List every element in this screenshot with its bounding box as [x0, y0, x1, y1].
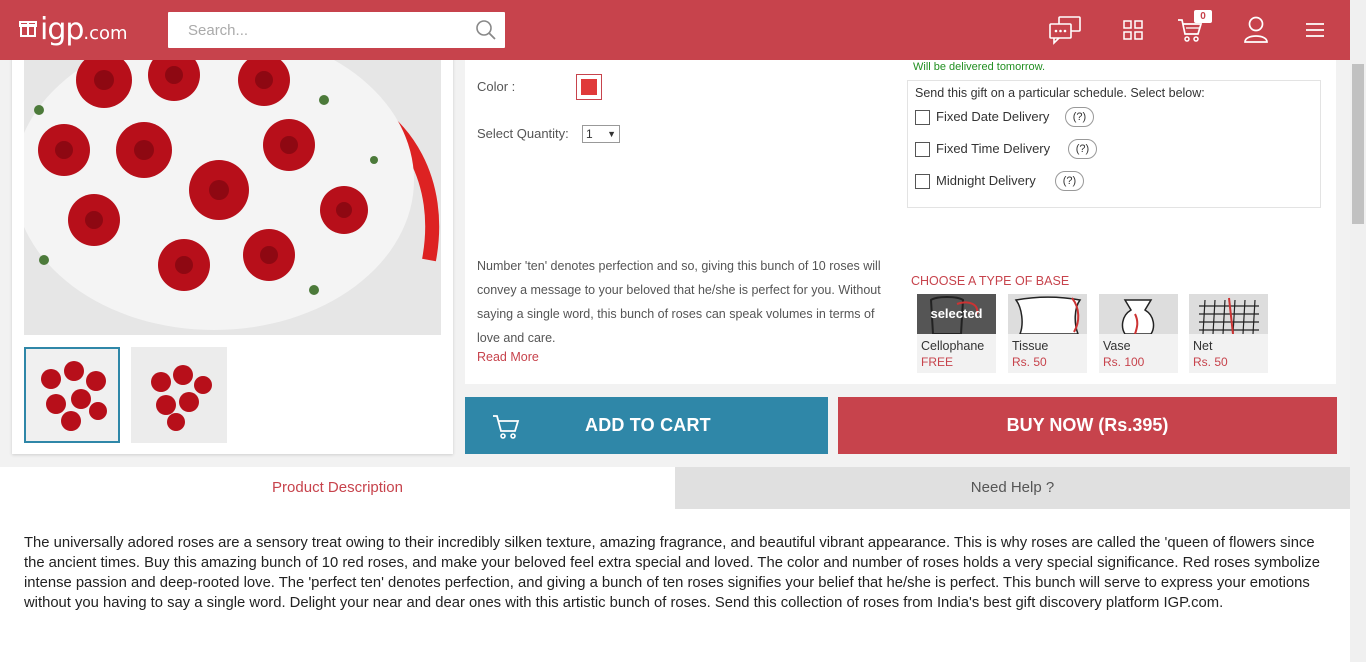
fixed-time-help[interactable]: (?)	[1068, 139, 1097, 159]
base-price: Rs. 50	[1012, 355, 1047, 369]
search-box	[168, 12, 505, 48]
vase-image	[1099, 294, 1178, 334]
tab-product-description[interactable]: Product Description	[0, 467, 675, 509]
base-option-tissue[interactable]: Tissue Rs. 50	[1008, 294, 1087, 373]
selected-label: selected	[930, 306, 983, 321]
scrollbar-thumb[interactable]	[1352, 64, 1364, 224]
base-price: Rs. 50	[1193, 355, 1228, 369]
midnight-help[interactable]: (?)	[1055, 171, 1084, 191]
base-price: Rs. 100	[1103, 355, 1145, 369]
schedule-title: Send this gift on a particular schedule.…	[915, 86, 1205, 100]
schedule-box: Send this gift on a particular schedule.…	[907, 80, 1321, 208]
color-swatch-red[interactable]	[576, 74, 602, 100]
search-icon[interactable]	[475, 19, 497, 41]
logo-domain: .com	[83, 23, 128, 44]
menu-icon[interactable]	[1305, 22, 1325, 38]
logo-text: igp	[40, 12, 84, 47]
base-option-vase[interactable]: Vase Rs. 100	[1099, 294, 1178, 373]
midnight-label[interactable]: Midnight Delivery	[936, 173, 1036, 188]
base-name: Tissue	[1012, 339, 1049, 353]
user-icon[interactable]	[1243, 16, 1269, 44]
fixed-date-label[interactable]: Fixed Date Delivery	[936, 109, 1049, 124]
product-image-panel	[12, 40, 453, 454]
buy-now-button[interactable]: BUY NOW (Rs.395)	[838, 397, 1337, 454]
tissue-image	[1008, 294, 1087, 334]
fixed-time-label[interactable]: Fixed Time Delivery	[936, 141, 1050, 156]
short-description: Number 'ten' denotes perfection and so, …	[477, 259, 881, 345]
fixed-date-checkbox[interactable]	[915, 110, 930, 125]
tab-need-help[interactable]: Need Help ?	[675, 467, 1350, 509]
quantity-label: Select Quantity:	[477, 126, 569, 141]
description-section: The universally adored roses are a senso…	[0, 509, 1350, 662]
base-name: Cellophane	[921, 339, 985, 353]
dropdown-arrow-icon: ▼	[607, 129, 616, 139]
igp-logo[interactable]: igp.com	[19, 12, 128, 47]
color-label: Color :	[477, 79, 516, 94]
color-swatch-fill	[581, 79, 597, 95]
read-more-link[interactable]: Read More	[477, 350, 539, 364]
base-option-net[interactable]: Net Rs. 50	[1189, 294, 1268, 373]
midnight-checkbox[interactable]	[915, 174, 930, 189]
add-to-cart-label: ADD TO CART	[585, 415, 711, 435]
cart-icon	[493, 415, 520, 439]
net-image	[1189, 294, 1268, 334]
base-option-cellophane[interactable]: selected Cellophane FREE	[917, 294, 996, 373]
add-to-cart-button[interactable]: ADD TO CART	[465, 397, 828, 454]
fixed-time-checkbox[interactable]	[915, 142, 930, 157]
quantity-value: 1	[586, 127, 593, 141]
gift-logo-icon	[19, 21, 37, 37]
base-price: FREE	[921, 355, 954, 369]
base-name: Net	[1193, 339, 1213, 353]
grid-icon[interactable]	[1123, 20, 1143, 40]
thumbnail-1[interactable]	[24, 347, 120, 443]
long-description: The universally adored roses are a senso…	[24, 535, 1320, 611]
product-details-panel: Color : Select Quantity: 1 ▼ Will be del…	[465, 40, 1336, 384]
fixed-date-help[interactable]: (?)	[1065, 107, 1094, 127]
product-main-image[interactable]	[24, 60, 441, 335]
top-header: igp.com 0	[0, 0, 1350, 60]
cart-count-badge: 0	[1194, 10, 1212, 23]
base-title: CHOOSE A TYPE OF BASE	[911, 274, 1070, 288]
quantity-select[interactable]: 1 ▼	[582, 125, 620, 143]
delivery-estimate: Will be delivered tomorrow.	[913, 61, 1046, 73]
chat-icon[interactable]	[1048, 15, 1082, 45]
thumbnail-2[interactable]	[131, 347, 227, 443]
search-input[interactable]	[168, 12, 458, 48]
base-name: Vase	[1103, 339, 1131, 353]
